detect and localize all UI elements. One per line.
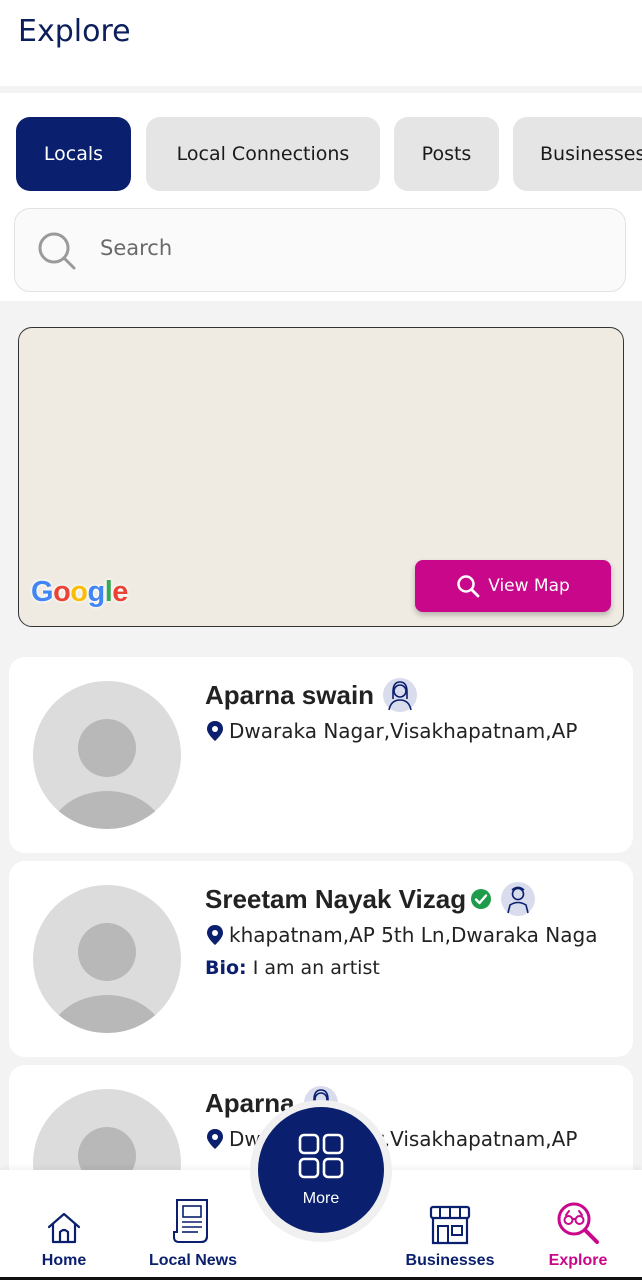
filter-panel: Locals Local Connections Posts Businesse… [0,93,642,301]
tab-posts[interactable]: Posts [394,117,499,191]
local-card[interactable]: Aparna swain Dwaraka Nagar,Visakhapatnam… [9,657,633,853]
map-view[interactable]: Google View Map [18,327,624,627]
nav-local-news[interactable]: Local News [140,1170,246,1270]
avatar [33,681,181,829]
view-map-label: View Map [488,576,570,596]
nav-home[interactable]: Home [24,1170,104,1270]
tab-businesses[interactable]: Businesses [513,117,642,191]
search-icon [38,232,76,270]
home-icon [47,1212,81,1244]
tab-locals[interactable]: Locals [16,117,131,191]
app-header: Explore [0,0,642,86]
search-icon [457,575,480,598]
page-title: Explore [18,14,131,49]
female-user-icon [383,678,418,712]
male-user-icon [501,882,536,916]
view-map-button[interactable]: View Map [415,560,611,612]
verified-badge-icon [471,889,492,909]
more-button[interactable]: More [258,1107,384,1233]
location-pin-icon [207,721,223,741]
local-bio: Bio: I am an artist [205,957,380,979]
more-label: More [302,1190,340,1207]
store-icon [429,1205,471,1245]
binoculars-icon [557,1202,599,1244]
local-name: Aparna swain [205,677,418,713]
tab-local-connections[interactable]: Local Connections [146,117,380,191]
newspaper-icon [173,1199,208,1243]
local-card[interactable]: Sreetam Nayak Vizag khapatnam,AP 5th Ln,… [9,861,633,1057]
search-input[interactable]: Search [14,208,626,292]
location-pin-icon [207,1129,223,1149]
search-placeholder: Search [100,236,173,260]
nav-businesses[interactable]: Businesses [398,1170,502,1270]
tab-bar: Locals Local Connections Posts Businesse… [16,117,642,191]
local-location: Dwaraka Nagar,Visakhapatnam,AP [205,719,625,743]
google-logo: Google [31,576,128,608]
avatar [33,885,181,1033]
grid-icon [298,1133,344,1179]
local-name: Sreetam Nayak Vizag [205,881,536,917]
local-location: khapatnam,AP 5th Ln,Dwaraka Naga [205,923,625,947]
location-pin-icon [207,925,223,945]
nav-explore[interactable]: Explore [538,1170,618,1270]
